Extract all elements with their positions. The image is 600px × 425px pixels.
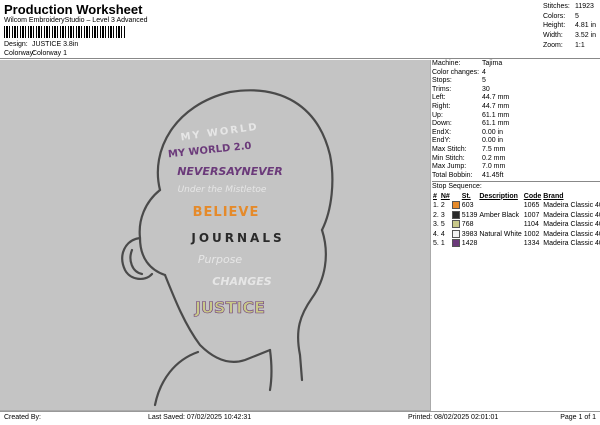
- info-row: Stops: 5: [432, 77, 486, 85]
- thread-code: 1104: [523, 221, 539, 229]
- software-name: Wilcom EmbroideryStudio – Level 3 Advanc…: [4, 17, 148, 24]
- thread-brand: Madeira Classic 40: [543, 201, 600, 209]
- barcode: [4, 26, 126, 38]
- info-row: Trims: 30: [432, 85, 490, 93]
- stop-row: 1. 2 603 1065 Madeira Classic 40: [432, 201, 600, 211]
- colorway-label: Colorway:: [4, 50, 36, 57]
- thread-brand: Madeira Classic 40: [543, 230, 600, 238]
- summary-row: Stitches: 11923: [543, 3, 594, 10]
- color-description: Natural White: [479, 230, 522, 238]
- design-summary: Stitches: 11923 Colors: 5 Height: 4.81 in W…: [543, 2, 599, 51]
- stitch-count: 1428: [461, 240, 478, 248]
- color-description: [478, 239, 522, 249]
- color-description: Amber Black: [479, 211, 520, 219]
- needle-number: 3: [440, 211, 445, 219]
- stitch-count: 768: [461, 221, 474, 229]
- info-row: Total Bobbin: 41.45ft: [432, 171, 504, 179]
- text-believe: BELIEVE: [193, 205, 260, 220]
- summary-row: Width: 3.52 in: [543, 32, 597, 40]
- text-changes: CHANGES: [212, 275, 272, 288]
- stop-number: 3.: [433, 221, 439, 229]
- info-row: Up: 61.1 mm: [432, 111, 510, 119]
- design-field: Design: JUSTICE 3.8in: [4, 41, 78, 48]
- printed-date: Printed: 08/02/2025 02:01:01: [408, 414, 499, 421]
- info-row: Color changes: 4: [432, 68, 486, 76]
- thread-brand: Madeira Classic 40: [543, 211, 600, 219]
- swatch-icon: [451, 239, 460, 248]
- stop-row: 5. 1 1428 1334 Madeira Classic 40: [432, 239, 600, 249]
- color-swatch: [451, 210, 461, 221]
- info-row: EndX: 0.00 in: [432, 128, 504, 136]
- machine-info-panel: Machine: Tajima Color changes: 4 Stops: 5 T…: [432, 60, 600, 249]
- stop-number: 1.: [433, 201, 439, 209]
- embroidery-artwork: MY WORLD MY WORLD 2.0 NEVERSAYNEVER Unde…: [121, 89, 334, 407]
- info-row: Min Stitch: 0.2 mm: [432, 154, 506, 162]
- info-row: Down: 61.1 mm: [432, 120, 510, 128]
- thread-brand: Madeira Classic 40: [543, 240, 600, 248]
- stitch-count: 603: [461, 201, 474, 209]
- info-row: Max Jump: 7.0 mm: [432, 163, 506, 171]
- stop-sequence-table: # N# St. Description Code Brand 1. 2 603 10…: [432, 192, 600, 249]
- stitch-count: 5139: [461, 211, 478, 219]
- text-never-say-never: NEVERSAYNEVER: [177, 165, 283, 178]
- thread-code: 1334: [523, 240, 540, 248]
- footer-bar: Created By: Last Saved: 07/02/2025 10:42…: [0, 411, 600, 425]
- color-description: [478, 220, 522, 230]
- page-number: Page 1 of 1: [560, 414, 596, 421]
- stop-row: 3. 5 768 1104 Madeira Classic 40: [432, 220, 600, 230]
- needle-number: 2: [440, 201, 445, 209]
- thread-brand: Madeira Classic 40: [543, 221, 600, 229]
- info-row: Machine: Tajima: [432, 60, 503, 67]
- info-row: Max Stitch: 7.5 mm: [432, 145, 506, 153]
- stop-sequence-heading: Stop Sequence:: [432, 183, 482, 191]
- design-value: JUSTICE 3.8in: [31, 41, 79, 48]
- summary-row: Height: 4.81 in: [543, 22, 597, 30]
- needle-number: 1: [440, 240, 445, 248]
- color-swatch: [451, 239, 461, 249]
- stitch-count: 3983: [461, 230, 478, 238]
- stop-row: 4. 4 3983 Natural White 1002 Madeira Classic …: [432, 229, 600, 240]
- head-outline: [121, 89, 334, 407]
- text-my-world-2: MY WORLD 2.0: [168, 141, 253, 161]
- swatch-icon: [451, 229, 460, 238]
- needle-number: 5: [440, 221, 445, 229]
- colorway-field: Colorway: Colorway 1: [4, 50, 67, 57]
- text-journals: JOURNALS: [190, 231, 284, 245]
- color-swatch: [451, 220, 461, 230]
- thread-code: 1007: [523, 211, 540, 219]
- info-row: Left: 44.7 mm: [432, 94, 510, 102]
- design-label: Design:: [4, 41, 28, 48]
- thread-code: 1002: [523, 230, 540, 238]
- stop-row: 2. 3 5139 Amber Black 1007 Madeira Classic 40: [432, 210, 600, 221]
- colorway-value: Colorway 1: [31, 50, 67, 57]
- needle-number: 4: [440, 230, 445, 238]
- design-preview[interactable]: MY WORLD MY WORLD 2.0 NEVERSAYNEVER Unde…: [0, 60, 431, 411]
- swatch-icon: [451, 201, 460, 210]
- text-justice: JUSTICE: [194, 298, 265, 317]
- color-description: [478, 201, 522, 211]
- header-divider: [0, 58, 600, 59]
- thread-code: 1065: [523, 201, 540, 209]
- stop-number: 5.: [433, 240, 439, 248]
- info-divider: [432, 181, 600, 183]
- stop-table-header: # N# St. Description Code Brand: [433, 192, 564, 200]
- info-row: EndY: 0.00 in: [432, 137, 504, 145]
- color-swatch: [451, 229, 461, 240]
- stop-number: 4.: [433, 230, 439, 238]
- created-by: Created By:: [4, 414, 41, 421]
- summary-row: Colors: 5: [543, 12, 579, 20]
- info-row: Right: 44.7 mm: [432, 102, 510, 110]
- swatch-icon: [451, 220, 460, 229]
- page-title: Production Worksheet: [4, 2, 143, 17]
- text-mistletoe: Under the Mistletoe: [178, 185, 267, 195]
- swatch-icon: [451, 210, 460, 219]
- last-saved: Last Saved: 07/02/2025 10:42:31: [148, 414, 252, 421]
- text-purpose: Purpose: [198, 253, 243, 266]
- color-swatch: [451, 201, 461, 211]
- stop-number: 2.: [433, 211, 439, 219]
- summary-row: Zoom: 1:1: [543, 41, 585, 49]
